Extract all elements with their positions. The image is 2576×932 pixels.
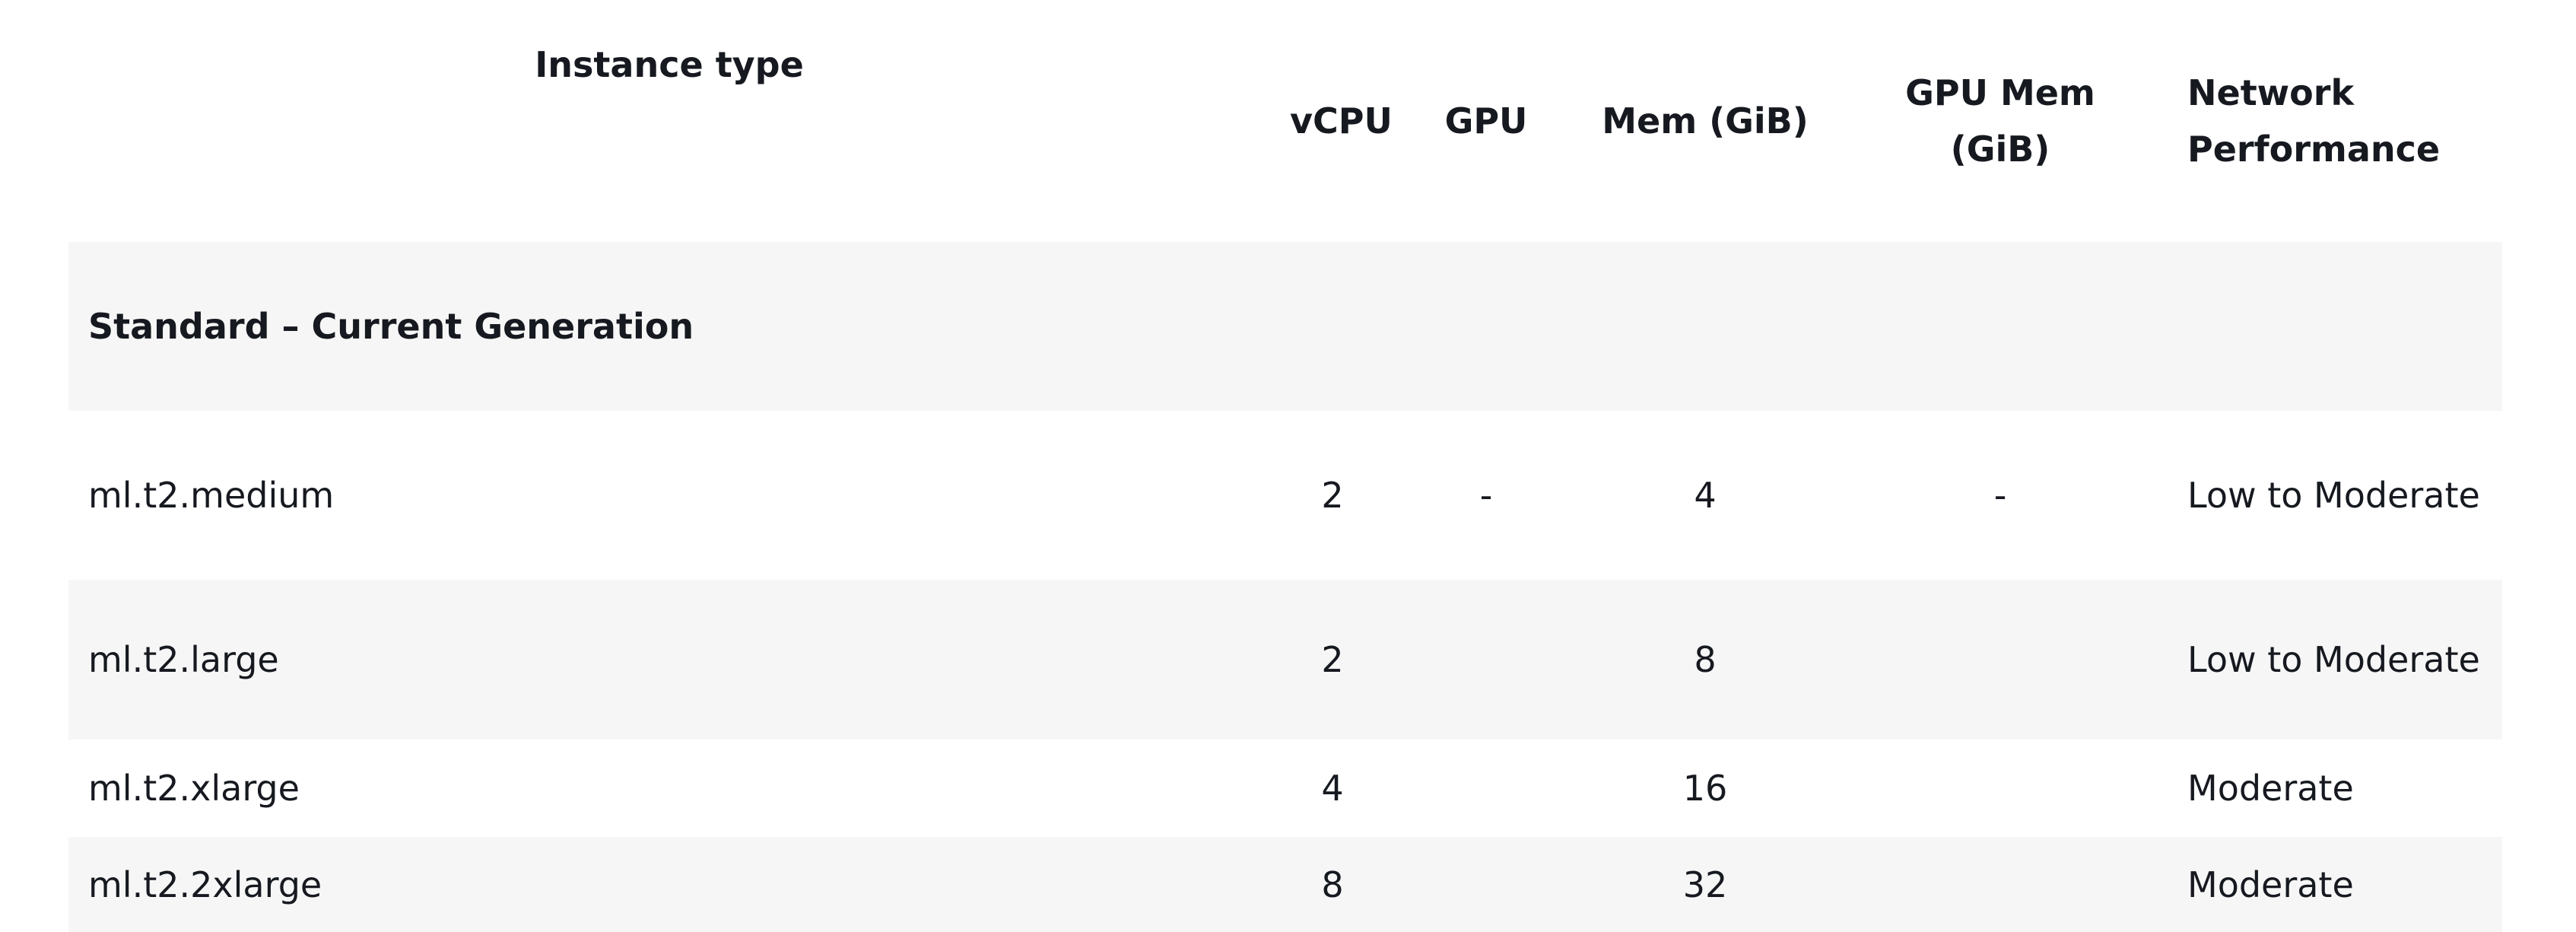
cell-vcpu: 2 <box>1270 580 1395 740</box>
cell-instance: ml.t2.2xlarge <box>68 837 1270 932</box>
table-row: ml.t2.large 2 8 Low to Moderate <box>68 580 2502 740</box>
cell-vcpu: 8 <box>1270 837 1395 932</box>
cell-gpu-mem <box>1833 580 2168 740</box>
cell-network: Moderate <box>2187 768 2354 809</box>
cell-gpu-mem: - <box>1993 475 2007 516</box>
cell-mem: 4 <box>1694 475 1717 516</box>
table-row: ml.t2.xlarge 4 16 Moderate <box>68 740 2502 837</box>
instance-types-table: Instance type vCPU GPU Mem (GiB) GPU Mem… <box>68 0 2502 932</box>
cell-vcpu: 4 <box>1321 768 1344 809</box>
header-mem: Mem (GiB) <box>1602 100 1809 142</box>
table-row: ml.t2.medium 2 - 4 - Low to Moderate <box>68 411 2502 580</box>
cell-instance: ml.t2.medium <box>88 475 335 516</box>
cell-instance: ml.t2.large <box>68 580 1270 740</box>
cell-gpu <box>1395 580 1577 740</box>
header-instance-type: Instance type <box>535 44 804 85</box>
cell-gpu <box>1395 837 1577 932</box>
cell-mem: 8 <box>1577 580 1833 740</box>
group-label: Standard – Current Generation <box>68 242 2502 411</box>
header-gpu-mem: GPU Mem (GiB) <box>1905 72 2095 170</box>
table-header: Instance type vCPU GPU Mem (GiB) GPU Mem… <box>68 0 2502 242</box>
header-vcpu: vCPU <box>1290 100 1393 142</box>
instance-table-container: Instance type vCPU GPU Mem (GiB) GPU Mem… <box>68 0 2502 932</box>
header-network-performance: Network Performance <box>2187 72 2441 170</box>
cell-mem: 32 <box>1577 837 1833 932</box>
cell-gpu-mem <box>1833 837 2168 932</box>
cell-gpu <box>1395 740 1577 837</box>
cell-instance: ml.t2.xlarge <box>88 768 300 809</box>
group-row: Standard – Current Generation <box>68 242 2502 411</box>
cell-network: Moderate <box>2168 837 2502 932</box>
header-gpu: GPU <box>1444 100 1528 142</box>
table-row: ml.t2.2xlarge 8 32 Moderate <box>68 837 2502 932</box>
cell-gpu: - <box>1479 475 1493 516</box>
cell-network: Low to Moderate <box>2187 475 2480 516</box>
table-body: Standard – Current Generation ml.t2.medi… <box>68 242 2502 932</box>
cell-network: Low to Moderate <box>2168 580 2502 740</box>
cell-gpu-mem <box>1833 740 2168 837</box>
cell-vcpu: 2 <box>1321 475 1344 516</box>
header-row: Instance type vCPU GPU Mem (GiB) GPU Mem… <box>68 0 2502 242</box>
cell-mem: 16 <box>1682 768 1728 809</box>
